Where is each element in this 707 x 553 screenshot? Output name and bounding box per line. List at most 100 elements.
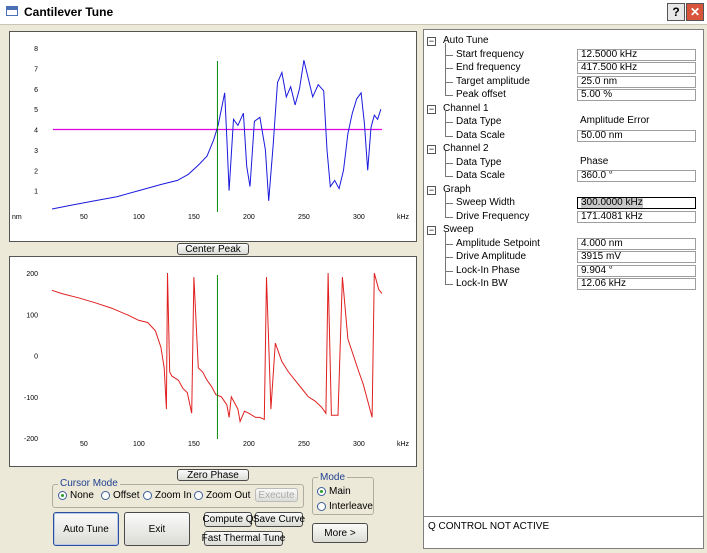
setting-value-field[interactable]: 12.06 kHz [577, 278, 696, 290]
y-tick-label: 6 [34, 87, 38, 94]
collapse-icon[interactable]: − [427, 226, 436, 235]
tree-connector [445, 95, 453, 96]
radio-icon [194, 491, 203, 500]
x-tick-label: 250 [298, 214, 310, 221]
setting-value-field[interactable]: 50.00 nm [577, 129, 696, 142]
setting-value: 360.0 ° [581, 170, 613, 181]
setting-label: Data Scale [456, 170, 505, 181]
y-tick-label: 3 [34, 148, 38, 155]
y-tick-label: 200 [26, 271, 38, 278]
auto-tune-button[interactable]: Auto Tune [53, 512, 119, 546]
setting-value-field[interactable]: 4.000 nm [577, 237, 696, 250]
radio-selected-icon [317, 487, 326, 496]
compute-q-button[interactable]: Compute Q [202, 512, 254, 527]
zero-phase-button[interactable]: Zero Phase [177, 469, 249, 481]
setting-value-field[interactable]: 5.00 % [577, 89, 696, 101]
setting-value: Amplitude Error [580, 116, 650, 126]
radio-icon [317, 502, 326, 511]
setting-value-field[interactable]: 25.0 nm [577, 75, 696, 88]
tree-connector [445, 284, 453, 285]
y-tick-label: 0 [34, 354, 38, 361]
window-icon [6, 6, 18, 16]
setting-value-field[interactable]: 12.5000 kHz [577, 48, 696, 61]
y-tick-label: 8 [34, 46, 38, 53]
x-tick-label: 150 [188, 214, 200, 221]
phase-graph[interactable]: 200 100 0 -100 -200 50 100 150 200 250 300 kHz [9, 256, 417, 467]
setting-value: 417.500 kHz [581, 62, 638, 73]
x-tick-label: 300 [353, 214, 365, 221]
x-tick-label: 50 [80, 214, 88, 221]
x-tick-label: 300 [353, 441, 365, 448]
y-tick-label: 4 [34, 128, 38, 135]
setting-label: Drive Frequency [456, 210, 530, 222]
x-tick-label: 200 [243, 214, 255, 221]
y-tick-label: 1 [34, 189, 38, 196]
setting-label: Lock-In Phase [456, 264, 520, 276]
y-tick-label: 5 [34, 107, 38, 114]
collapse-icon[interactable]: − [427, 185, 436, 195]
series-line [51, 60, 382, 210]
setting-label: Lock-In BW [456, 278, 508, 289]
setting-value: 300.0000 kHz [581, 197, 643, 208]
x-tick-label: 50 [80, 441, 88, 448]
x-tick-label: 200 [243, 441, 255, 448]
radio-icon [101, 491, 110, 500]
y-tick-label: 2 [34, 168, 38, 175]
x-tick-label: 150 [188, 441, 200, 448]
collapse-icon[interactable]: − [427, 37, 436, 46]
close-button[interactable]: ✕ [686, 3, 704, 21]
settings-panel: − Auto Tune Start frequency 12.5000 kHz End … [423, 29, 704, 549]
help-button[interactable]: ? [667, 3, 685, 21]
collapse-icon[interactable]: − [427, 104, 436, 114]
setting-label: End frequency [456, 62, 521, 73]
x-axis-label: kHz [397, 214, 410, 221]
setting-value: 4.000 nm [581, 237, 623, 249]
cursor-mode-none-radio[interactable]: None [58, 490, 94, 501]
collapse-icon[interactable]: − [427, 145, 436, 154]
x-tick-label: 100 [133, 214, 145, 221]
cursor-mode-zoom-in-radio[interactable]: Zoom In [143, 490, 192, 501]
tree-connector [445, 164, 453, 176]
y-tick-label: -100 [24, 395, 38, 402]
mode-main-radio[interactable]: Main [317, 486, 351, 497]
cursor-mode-zoom-out-radio[interactable]: Zoom Out [194, 490, 250, 501]
tree-connector [445, 176, 453, 177]
setting-value-field[interactable]: 360.0 ° [577, 170, 696, 182]
execute-button[interactable]: Execute [255, 488, 298, 502]
setting-label: Peak offset [456, 89, 506, 100]
y-tick-label: 100 [26, 312, 38, 319]
setting-label: Sweep Width [456, 197, 515, 208]
setting-value-field[interactable]: 417.500 kHz [577, 62, 696, 74]
setting-label: Target amplitude [456, 75, 530, 87]
window-title: Cantilever Tune [24, 5, 114, 19]
setting-label: Data Scale [456, 129, 505, 141]
tree-connector [445, 204, 453, 217]
mode-interleave-radio[interactable]: Interleave [317, 501, 373, 512]
center-peak-button[interactable]: Center Peak [177, 243, 249, 255]
fast-thermal-tune-button[interactable]: Fast Thermal Tune [202, 531, 285, 546]
phase-chart: 200 100 0 -100 -200 50 100 150 200 250 300 kHz [24, 271, 410, 448]
exit-button[interactable]: Exit [124, 512, 190, 546]
tree-connector [445, 135, 453, 137]
y-tick-label: -200 [24, 436, 38, 443]
tree-connector [445, 123, 453, 136]
x-tick-label: 100 [133, 441, 145, 448]
amplitude-graph[interactable]: 1 2 3 4 5 6 7 8 50 100 150 200 250 300 kHz nm [9, 31, 417, 242]
x-axis-label: kHz [397, 441, 410, 448]
setting-value-field[interactable]: 3915 mV [577, 251, 696, 263]
cursor-mode-offset-radio[interactable]: Offset [101, 490, 140, 501]
setting-value-field: Amplitude Error [577, 116, 696, 128]
save-curve-button[interactable]: Save Curve [253, 512, 305, 527]
amplitude-chart: 1 2 3 4 5 6 7 8 50 100 150 200 250 300 kHz nm [12, 46, 410, 221]
y-axis-label: nm [12, 214, 22, 221]
more-button[interactable]: More > [312, 523, 368, 543]
tree-connector [445, 216, 453, 218]
setting-value-field[interactable]: 300.0000 kHz [577, 197, 696, 209]
setting-value: Phase [580, 156, 609, 167]
status-bar: Q CONTROL NOT ACTIVE [424, 516, 703, 548]
setting-label: Drive Amplitude [456, 251, 527, 262]
setting-value: 171.4081 kHz [581, 210, 643, 222]
tree-connector [445, 272, 453, 284]
setting-value-field[interactable]: 171.4081 kHz [577, 210, 696, 223]
setting-value-field[interactable]: 9.904 ° [577, 264, 696, 277]
